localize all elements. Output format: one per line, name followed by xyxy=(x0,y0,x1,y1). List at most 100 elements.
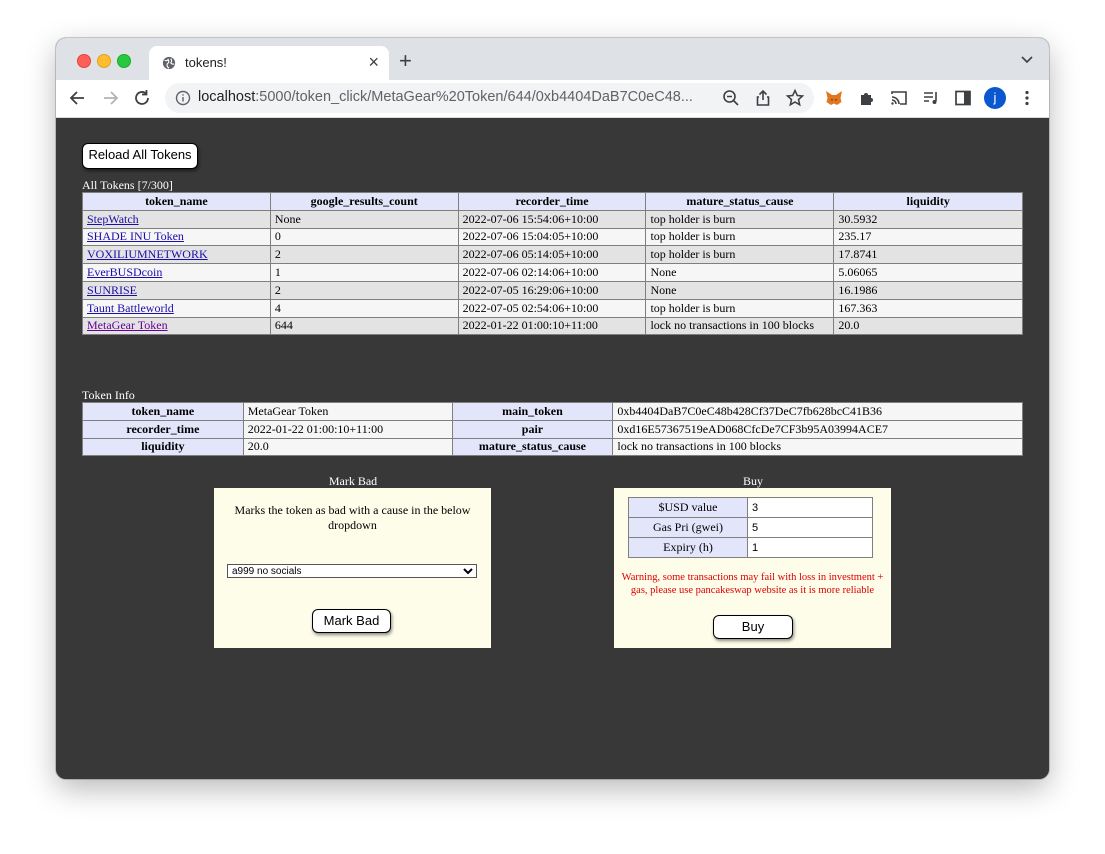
buy-warning-text: Warning, some transactions may fail with… xyxy=(621,572,884,596)
reload-icon[interactable] xyxy=(132,88,152,108)
info-value: 2022-01-22 01:00:10+11:00 xyxy=(242,419,453,439)
mark-bad-title: Mark Bad xyxy=(328,474,378,488)
info-label: pair xyxy=(451,419,614,439)
token-name-cell: SUNRISE xyxy=(82,280,271,300)
column-header-mature-status-cause: mature_status_cause xyxy=(645,192,835,211)
info-icon[interactable] xyxy=(175,90,191,106)
token-info-caption: Token Info xyxy=(82,388,135,402)
token-link[interactable]: SHADE INU Token xyxy=(87,229,184,243)
cause-dropdown[interactable]: a999 no socials xyxy=(227,564,477,578)
table-cell-recorder-time: 2022-07-05 02:54:06+10:00 xyxy=(457,298,647,318)
table-cell-mature-status-cause: top holder is burn xyxy=(645,245,835,265)
buy-field-row: Gas Pri (gwei) 5 xyxy=(628,517,873,538)
table-cell-google-results-count: None xyxy=(269,209,459,229)
info-label: mature_status_cause xyxy=(451,437,614,457)
table-cell-liquidity: 20.0 xyxy=(833,316,1023,336)
info-row: token_name MetaGear Token main_token 0xb440… xyxy=(82,402,1023,421)
table-cell-recorder-time: 2022-01-22 01:00:10+11:00 xyxy=(457,316,647,336)
buy-field-row: Expiry (h) 1 xyxy=(628,537,873,558)
buy-field-input[interactable]: 1 xyxy=(747,537,873,558)
table-cell-mature-status-cause: lock no transactions in 100 blocks xyxy=(645,316,835,336)
close-tab-icon[interactable]: × xyxy=(368,52,379,72)
info-value: 20.0 xyxy=(242,437,453,457)
table-cell-liquidity: 235.17 xyxy=(833,227,1023,247)
token-link[interactable]: EverBUSDcoin xyxy=(87,265,162,279)
cast-icon[interactable] xyxy=(889,88,909,108)
browser-window: tokens! × + localhost:5000/token_click/M… xyxy=(56,38,1049,779)
reload-all-tokens-button[interactable]: Reload All Tokens xyxy=(82,143,198,169)
share-icon[interactable] xyxy=(753,88,773,108)
info-value: 0xb4404DaB7C0eC48b428Cf37DeC7fb628bcC41B… xyxy=(612,402,1023,421)
table-cell-google-results-count: 4 xyxy=(269,298,459,318)
address-bar[interactable]: localhost:5000/token_click/MetaGear%20To… xyxy=(165,83,814,113)
table-cell-google-results-count: 0 xyxy=(269,227,459,247)
tab-title: tokens! xyxy=(185,55,227,70)
table-cell-mature-status-cause: None xyxy=(645,263,835,282)
buy-field-label: Gas Pri (gwei) xyxy=(628,517,748,538)
info-row: recorder_time 2022-01-22 01:00:10+11:00 pa… xyxy=(82,419,1023,439)
table-row: SUNRISE 2 2022-07-05 16:29:06+10:00 None 16.… xyxy=(82,280,1023,300)
info-row: liquidity 20.0 mature_status_cause lock no … xyxy=(82,437,1023,457)
buy-field-label: Expiry (h) xyxy=(628,537,748,558)
chevron-down-icon[interactable] xyxy=(1019,51,1035,67)
profile-avatar[interactable]: j xyxy=(984,87,1006,109)
token-name-cell: MetaGear Token xyxy=(82,316,271,336)
column-header-google-results-count: google_results_count xyxy=(269,192,459,211)
table-row: VOXILIUMNETWORK 2 2022-07-06 05:14:05+10:0… xyxy=(82,245,1023,265)
minimize-window-button[interactable] xyxy=(97,54,111,68)
kebab-menu-icon[interactable] xyxy=(1017,88,1037,108)
mark-bad-description: Marks the token as bad with a cause in t… xyxy=(234,503,471,532)
mark-bad-button[interactable]: Mark Bad xyxy=(312,609,391,633)
side-panel-icon[interactable] xyxy=(953,88,973,108)
token-name-cell: VOXILIUMNETWORK xyxy=(82,245,271,265)
token-link[interactable]: SUNRISE xyxy=(87,283,137,297)
metamask-fox-icon[interactable] xyxy=(824,88,844,108)
token-name-cell: Taunt Battleworld xyxy=(82,298,271,318)
media-queue-icon[interactable] xyxy=(921,88,941,108)
extensions-puzzle-icon[interactable] xyxy=(857,88,877,108)
buy-field-input[interactable]: 5 xyxy=(747,517,873,538)
token-link[interactable]: MetaGear Token xyxy=(87,318,168,332)
column-header-token-name: token_name xyxy=(82,192,271,211)
buy-field-row: $USD value 3 xyxy=(628,497,873,518)
table-row: StepWatch None 2022-07-06 15:54:06+10:00 to… xyxy=(82,209,1023,229)
table-row: SHADE INU Token 0 2022-07-06 15:04:05+10:0… xyxy=(82,227,1023,247)
buy-button[interactable]: Buy xyxy=(713,615,793,639)
globe-icon xyxy=(162,56,176,70)
maximize-window-button[interactable] xyxy=(117,54,131,68)
token-name-cell: SHADE INU Token xyxy=(82,227,271,247)
zoom-out-icon[interactable] xyxy=(721,88,741,108)
back-arrow-icon[interactable] xyxy=(68,88,88,108)
table-cell-liquidity: 167.363 xyxy=(833,298,1023,318)
table-cell-recorder-time: 2022-07-06 15:54:06+10:00 xyxy=(457,209,647,229)
token-link[interactable]: Taunt Battleworld xyxy=(87,301,174,315)
buy-field-label: $USD value xyxy=(628,497,748,518)
new-tab-icon[interactable]: + xyxy=(399,48,412,74)
table-row: EverBUSDcoin 1 2022-07-06 02:14:06+10:00 No… xyxy=(82,263,1023,282)
token-table: token_name google_results_count recorder_t… xyxy=(82,192,1023,336)
info-label: main_token xyxy=(451,402,614,421)
table-cell-mature-status-cause: top holder is burn xyxy=(645,227,835,247)
close-window-button[interactable] xyxy=(77,54,91,68)
tab-strip: tokens! × + xyxy=(56,38,1049,80)
table-cell-mature-status-cause: None xyxy=(645,280,835,300)
mark-bad-panel: Marks the token as bad with a cause in t… xyxy=(214,488,491,648)
table-cell-recorder-time: 2022-07-06 02:14:06+10:00 xyxy=(457,263,647,282)
bookmark-star-icon[interactable] xyxy=(785,88,805,108)
page-content: Reload All Tokens All Tokens [7/300] tok… xyxy=(56,118,1049,779)
url-text: localhost:5000/token_click/MetaGear%20To… xyxy=(198,89,693,105)
table-cell-google-results-count: 2 xyxy=(269,280,459,300)
info-label: token_name xyxy=(82,402,244,421)
table-cell-mature-status-cause: top holder is burn xyxy=(645,209,835,229)
token-link[interactable]: StepWatch xyxy=(87,212,139,226)
buy-field-input[interactable]: 3 xyxy=(747,497,873,518)
table-cell-liquidity: 16.1986 xyxy=(833,280,1023,300)
table-cell-google-results-count: 644 xyxy=(269,316,459,336)
token-link[interactable]: VOXILIUMNETWORK xyxy=(87,247,208,261)
table-cell-recorder-time: 2022-07-06 05:14:05+10:00 xyxy=(457,245,647,265)
info-label: liquidity xyxy=(82,437,244,457)
buy-panel: $USD value 3 Gas Pri (gwei) 5 Expiry (h) 1 Wa… xyxy=(614,488,891,648)
token-name-cell: EverBUSDcoin xyxy=(82,263,271,282)
browser-tab[interactable]: tokens! × xyxy=(149,46,389,80)
forward-arrow-icon[interactable] xyxy=(100,88,120,108)
